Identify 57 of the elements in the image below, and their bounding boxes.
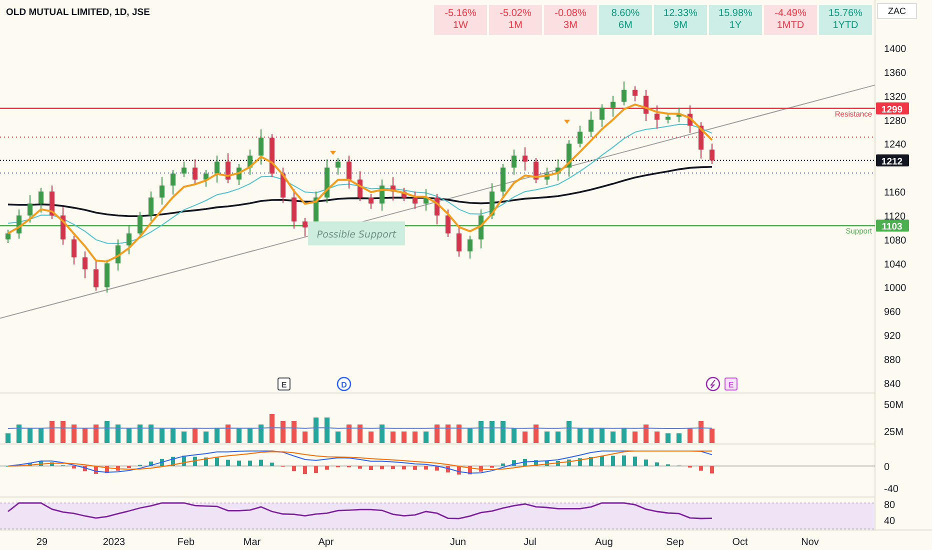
axis-tick-label: 880 bbox=[884, 354, 901, 366]
axis-tick-label: 1160 bbox=[884, 188, 906, 199]
axis-tick-label: 25M bbox=[884, 427, 904, 438]
axis-tick-label: 29 bbox=[36, 537, 48, 548]
axis-tick-label: Feb bbox=[177, 537, 195, 548]
axis-tick-label: 50M bbox=[884, 400, 904, 411]
performance-value: 15.98% bbox=[718, 8, 752, 20]
axis-tick-label: 80 bbox=[884, 500, 896, 511]
axis-tick-label: 1040 bbox=[884, 259, 906, 270]
earnings-marker[interactable]: E bbox=[278, 378, 290, 390]
axis-tick-label: 960 bbox=[884, 307, 901, 318]
performance-period: 3M bbox=[564, 20, 578, 32]
axis-tick-label: Jun bbox=[450, 537, 466, 548]
marker-icon bbox=[330, 150, 336, 155]
axis-tick-label: 920 bbox=[884, 331, 901, 342]
axis-tick-label: 1400 bbox=[884, 44, 906, 55]
axis-tick-label: Oct bbox=[732, 537, 748, 548]
axis-tick-label: 1320 bbox=[884, 92, 906, 103]
axis-tick-label: 1240 bbox=[884, 140, 906, 151]
performance-period: 1W bbox=[453, 20, 468, 32]
price-tag: 1299 bbox=[876, 102, 909, 116]
performance-value: 8.60% bbox=[611, 8, 640, 20]
axis-tick-label: Mar bbox=[243, 537, 261, 548]
price-tag: 1103 bbox=[876, 220, 909, 233]
axis-tick-label: 40 bbox=[884, 516, 896, 527]
performance-period: 1MTD bbox=[776, 20, 804, 32]
axis-tick-label: Apr bbox=[318, 537, 334, 548]
axis-tick-label: -40 bbox=[884, 484, 898, 495]
axis-tick-label: 1000 bbox=[884, 283, 906, 294]
axis-tick-label: 0 bbox=[884, 462, 890, 473]
chart-title: OLD MUTUAL LIMITED, 1D, JSE bbox=[6, 7, 150, 18]
performance-value: 15.76% bbox=[828, 8, 862, 20]
marker-icon bbox=[564, 120, 570, 124]
annotation-box: Possible Support bbox=[308, 221, 405, 246]
performance-period: 1M bbox=[508, 20, 522, 32]
axis-tick-label: 1080 bbox=[884, 235, 906, 246]
performance-period: 1Y bbox=[729, 20, 742, 32]
performance-value: -4.49% bbox=[774, 8, 806, 20]
axis-tick-label: 840 bbox=[884, 378, 901, 390]
axis-tick-label: 1280 bbox=[884, 116, 906, 127]
axis-tick-label: Nov bbox=[801, 537, 819, 548]
performance-period: 1YTD bbox=[832, 20, 858, 32]
performance-value: -5.16% bbox=[444, 8, 476, 20]
currency-label[interactable]: ZAC bbox=[877, 3, 917, 19]
axis-tick-label: Jul bbox=[524, 537, 536, 548]
axis-tick-label: 1360 bbox=[884, 68, 906, 79]
axis-tick-label: 2023 bbox=[102, 537, 126, 548]
performance-value: -5.02% bbox=[500, 8, 532, 20]
axis-tick-label: Sep bbox=[666, 537, 684, 548]
performance-value: 12.33% bbox=[664, 8, 698, 20]
dividend-marker[interactable]: D bbox=[336, 376, 352, 392]
lightning-icon[interactable] bbox=[706, 376, 720, 392]
performance-value: -0.08% bbox=[554, 8, 586, 20]
axis-tick-label: Aug bbox=[595, 537, 613, 548]
performance-period: 9M bbox=[674, 20, 688, 32]
price-tag: 1212 bbox=[876, 154, 909, 168]
performance-period: 6M bbox=[618, 20, 632, 32]
